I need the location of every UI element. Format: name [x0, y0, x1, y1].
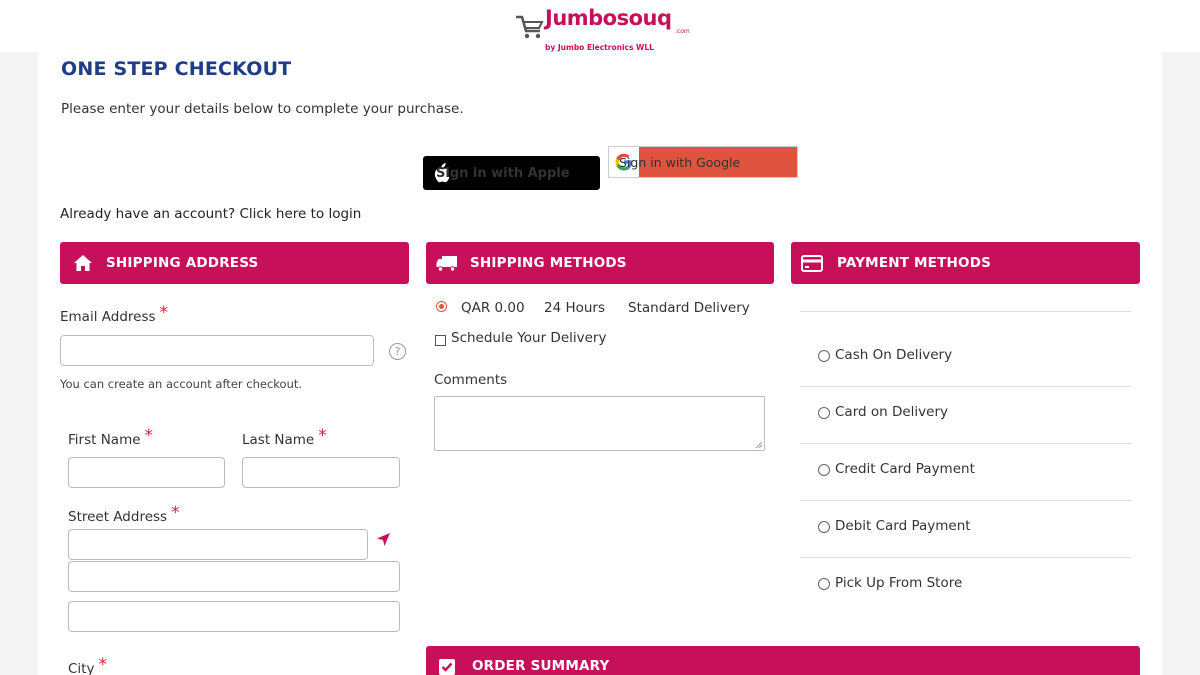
apple-button-label: Sign in with Apple — [436, 165, 570, 181]
payment-methods-header: PAYMENT METHODS — [791, 242, 1140, 284]
truck-icon — [436, 253, 458, 273]
jumbosouq-logo[interactable]: Jumbosouq .com by Jumbo Electronics WLL — [515, 6, 690, 52]
order-summary-title: ORDER SUMMARY — [472, 658, 610, 674]
street-address-label: Street Address * — [68, 503, 180, 526]
email-label: Email Address * — [60, 303, 169, 326]
first-name-input[interactable] — [68, 457, 225, 488]
shipping-methods-header: SHIPPING METHODS — [426, 242, 774, 284]
required-mark: * — [318, 426, 327, 446]
first-name-label-text: First Name — [68, 432, 141, 448]
schedule-delivery-label[interactable]: Schedule Your Delivery — [451, 330, 606, 346]
email-input[interactable] — [60, 335, 374, 366]
resize-handle-icon[interactable] — [755, 441, 763, 449]
debit-card-payment-radio[interactable] — [818, 521, 830, 533]
schedule-delivery-checkbox[interactable] — [435, 335, 446, 346]
shipping-address-header: SHIPPING ADDRESS — [60, 242, 409, 284]
required-mark: * — [98, 655, 107, 675]
shipping-address-title: SHIPPING ADDRESS — [106, 255, 259, 271]
shipping-methods-title: SHIPPING METHODS — [470, 255, 627, 271]
payment-divider — [800, 386, 1131, 387]
credit-card-payment-label[interactable]: Credit Card Payment — [835, 461, 975, 477]
cash-on-delivery-label[interactable]: Cash On Delivery — [835, 347, 952, 363]
sign-in-apple-button[interactable]: Sign in with Apple — [423, 156, 600, 190]
payment-divider — [800, 443, 1131, 444]
city-label: City * — [68, 655, 107, 675]
comments-textarea[interactable] — [434, 396, 765, 451]
email-note: You can create an account after checkout… — [60, 377, 303, 391]
payment-divider — [800, 500, 1131, 501]
payment-methods-title: PAYMENT METHODS — [837, 255, 992, 271]
cart-logo-icon — [516, 15, 544, 39]
login-link[interactable]: Already have an account? Click here to l… — [60, 206, 361, 222]
city-label-text: City — [68, 661, 95, 675]
pick-up-from-store-radio[interactable] — [818, 578, 830, 590]
credit-card-icon — [801, 253, 823, 273]
last-name-input[interactable] — [242, 457, 400, 488]
location-arrow-icon[interactable] — [376, 532, 391, 547]
card-on-delivery-radio[interactable] — [818, 407, 830, 419]
street-address-label-text: Street Address — [68, 509, 168, 525]
comments-label: Comments — [434, 372, 508, 388]
cash-on-delivery-radio[interactable] — [818, 350, 830, 362]
shipping-time: 24 Hours — [544, 300, 606, 316]
last-name-label: Last Name * — [242, 426, 327, 449]
payment-divider — [800, 557, 1131, 558]
card-on-delivery-label[interactable]: Card on Delivery — [835, 404, 948, 420]
debit-card-payment-label[interactable]: Debit Card Payment — [835, 518, 971, 534]
standard-delivery-radio[interactable] — [436, 301, 447, 312]
last-name-label-text: Last Name — [242, 432, 315, 448]
top-header: Jumbosouq .com by Jumbo Electronics WLL — [0, 0, 1200, 52]
street-address-line2-input[interactable] — [68, 561, 400, 592]
required-mark: * — [171, 503, 180, 523]
checkbox-checked-icon — [436, 658, 458, 675]
required-mark: * — [144, 426, 154, 446]
sign-in-google-button[interactable]: Sign in with Google — [608, 146, 798, 178]
street-address-line1-input[interactable] — [68, 529, 368, 560]
email-label-text: Email Address — [60, 309, 156, 325]
logo-subtitle: by Jumbo Electronics WLL — [545, 43, 654, 52]
intro-text: Please enter your details below to compl… — [61, 101, 464, 117]
home-icon — [72, 253, 94, 273]
required-mark: * — [159, 303, 169, 323]
street-address-line3-input[interactable] — [68, 601, 400, 632]
shipping-method-name: Standard Delivery — [628, 300, 750, 316]
shipping-price: QAR 0.00 — [461, 300, 525, 316]
payment-divider — [800, 311, 1131, 312]
help-icon[interactable]: ? — [389, 343, 406, 360]
google-button-label: Sign in with Google — [619, 154, 741, 170]
page-title: ONE STEP CHECKOUT — [61, 58, 292, 80]
pick-up-from-store-label[interactable]: Pick Up From Store — [835, 575, 962, 591]
order-summary-header: ORDER SUMMARY — [426, 646, 1140, 675]
first-name-label: First Name * — [68, 426, 154, 449]
logo-wordmark: Jumbosouq — [545, 6, 672, 30]
credit-card-payment-radio[interactable] — [818, 464, 830, 476]
logo-com: .com — [675, 28, 690, 35]
